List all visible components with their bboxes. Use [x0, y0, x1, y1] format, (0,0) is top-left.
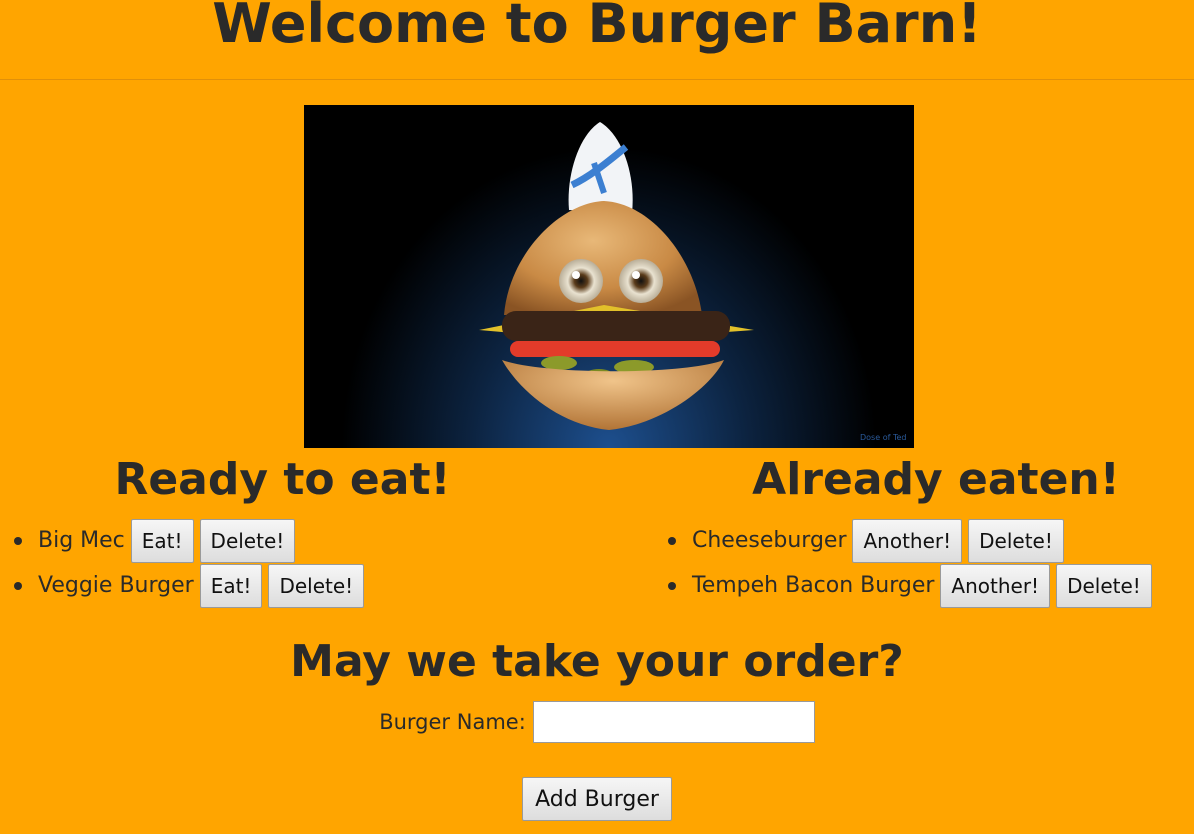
- eaten-burger-list: Cheeseburger Another! Delete! Tempeh Bac…: [668, 518, 1158, 608]
- hero-image: Dose of Ted: [304, 105, 914, 448]
- ready-column-title: Ready to eat!: [114, 454, 451, 505]
- delete-button[interactable]: Delete!: [1056, 563, 1152, 608]
- add-burger-row: Add Burger: [0, 777, 1194, 821]
- eat-button[interactable]: Eat!: [199, 563, 263, 608]
- add-burger-button[interactable]: Add Burger: [522, 777, 672, 821]
- page-title: Welcome to Burger Barn!: [212, 0, 982, 55]
- burger-name-label: Burger Name:: [379, 710, 526, 734]
- another-button[interactable]: Another!: [852, 518, 963, 563]
- list-item: Tempeh Bacon Burger Another! Delete!: [668, 563, 1158, 608]
- burger-name: Veggie Burger: [38, 573, 194, 598]
- delete-button[interactable]: Delete!: [268, 563, 365, 608]
- delete-button[interactable]: Delete!: [199, 518, 296, 563]
- order-form: Burger Name:: [0, 700, 1194, 744]
- delete-button[interactable]: Delete!: [968, 518, 1064, 563]
- list-item: Cheeseburger Another! Delete!: [668, 518, 1158, 563]
- ready-burger-list: Big Mec Eat! Delete! Veggie Burger Eat! …: [14, 518, 370, 608]
- hero-watermark: Dose of Ted: [860, 433, 906, 442]
- order-title: May we take your order?: [290, 636, 904, 687]
- burger-name: Cheeseburger: [692, 528, 847, 553]
- burger-name: Tempeh Bacon Burger: [692, 573, 935, 598]
- burger-name: Big Mec: [38, 528, 125, 553]
- burger-name-input[interactable]: [532, 701, 815, 743]
- burger-mascot-illustration: Dose of Ted: [479, 122, 906, 442]
- list-item: Big Mec Eat! Delete!: [14, 518, 370, 563]
- eaten-column-title: Already eaten!: [752, 454, 1120, 505]
- another-button[interactable]: Another!: [940, 563, 1051, 608]
- page-header: Welcome to Burger Barn!: [0, 0, 1194, 80]
- list-item: Veggie Burger Eat! Delete!: [14, 563, 370, 608]
- eat-button[interactable]: Eat!: [130, 518, 194, 563]
